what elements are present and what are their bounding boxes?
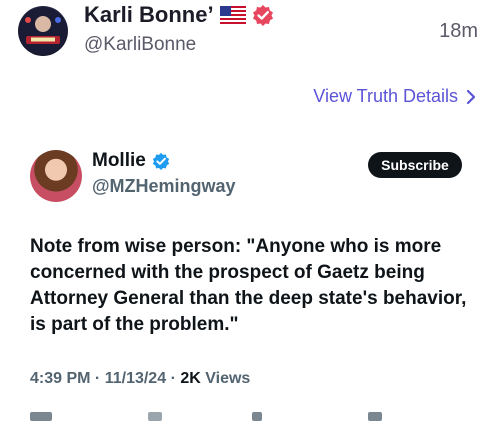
action-bar [30, 412, 470, 424]
author-name-row[interactable]: Karli Bonne’ [84, 2, 274, 28]
views-count[interactable]: 2K [180, 370, 200, 387]
meta-separator: · [170, 370, 176, 387]
meta-separator: · [94, 370, 101, 387]
post-timestamp[interactable]: 18m [439, 20, 478, 43]
post-body-text: Note from wise person: "Anyone who is mo… [30, 236, 467, 335]
us-flag-icon [219, 6, 246, 24]
reply-icon[interactable] [30, 412, 52, 421]
verified-badge-icon [252, 5, 273, 26]
avatar[interactable] [18, 6, 68, 56]
embedded-author-name[interactable]: Mollie [92, 150, 146, 172]
view-truth-details-link[interactable]: View Truth Details [313, 86, 476, 107]
repost-icon[interactable] [148, 412, 162, 421]
like-icon[interactable] [252, 412, 262, 421]
subscribe-button[interactable]: Subscribe [368, 152, 462, 178]
post-date[interactable]: 11/13/24 [105, 370, 166, 387]
embedded-author-handle[interactable]: @MZHemingway [92, 176, 236, 197]
author-name[interactable]: Karli Bonne’ [84, 2, 214, 28]
author-handle[interactable]: @KarliBonne [84, 34, 196, 56]
bookmark-icon[interactable] [368, 412, 382, 421]
post-meta: 4:39 PM · 11/13/24 · 2K Views [30, 370, 250, 388]
avatar-image [19, 7, 67, 55]
verified-badge-icon [152, 152, 170, 170]
embedded-avatar[interactable] [30, 150, 82, 202]
view-truth-details-label: View Truth Details [313, 86, 458, 106]
views-label: Views [205, 370, 251, 387]
post-time[interactable]: 4:39 PM [30, 370, 90, 387]
embedded-author-row[interactable]: Mollie [92, 150, 170, 172]
chevron-right-icon [466, 89, 476, 104]
